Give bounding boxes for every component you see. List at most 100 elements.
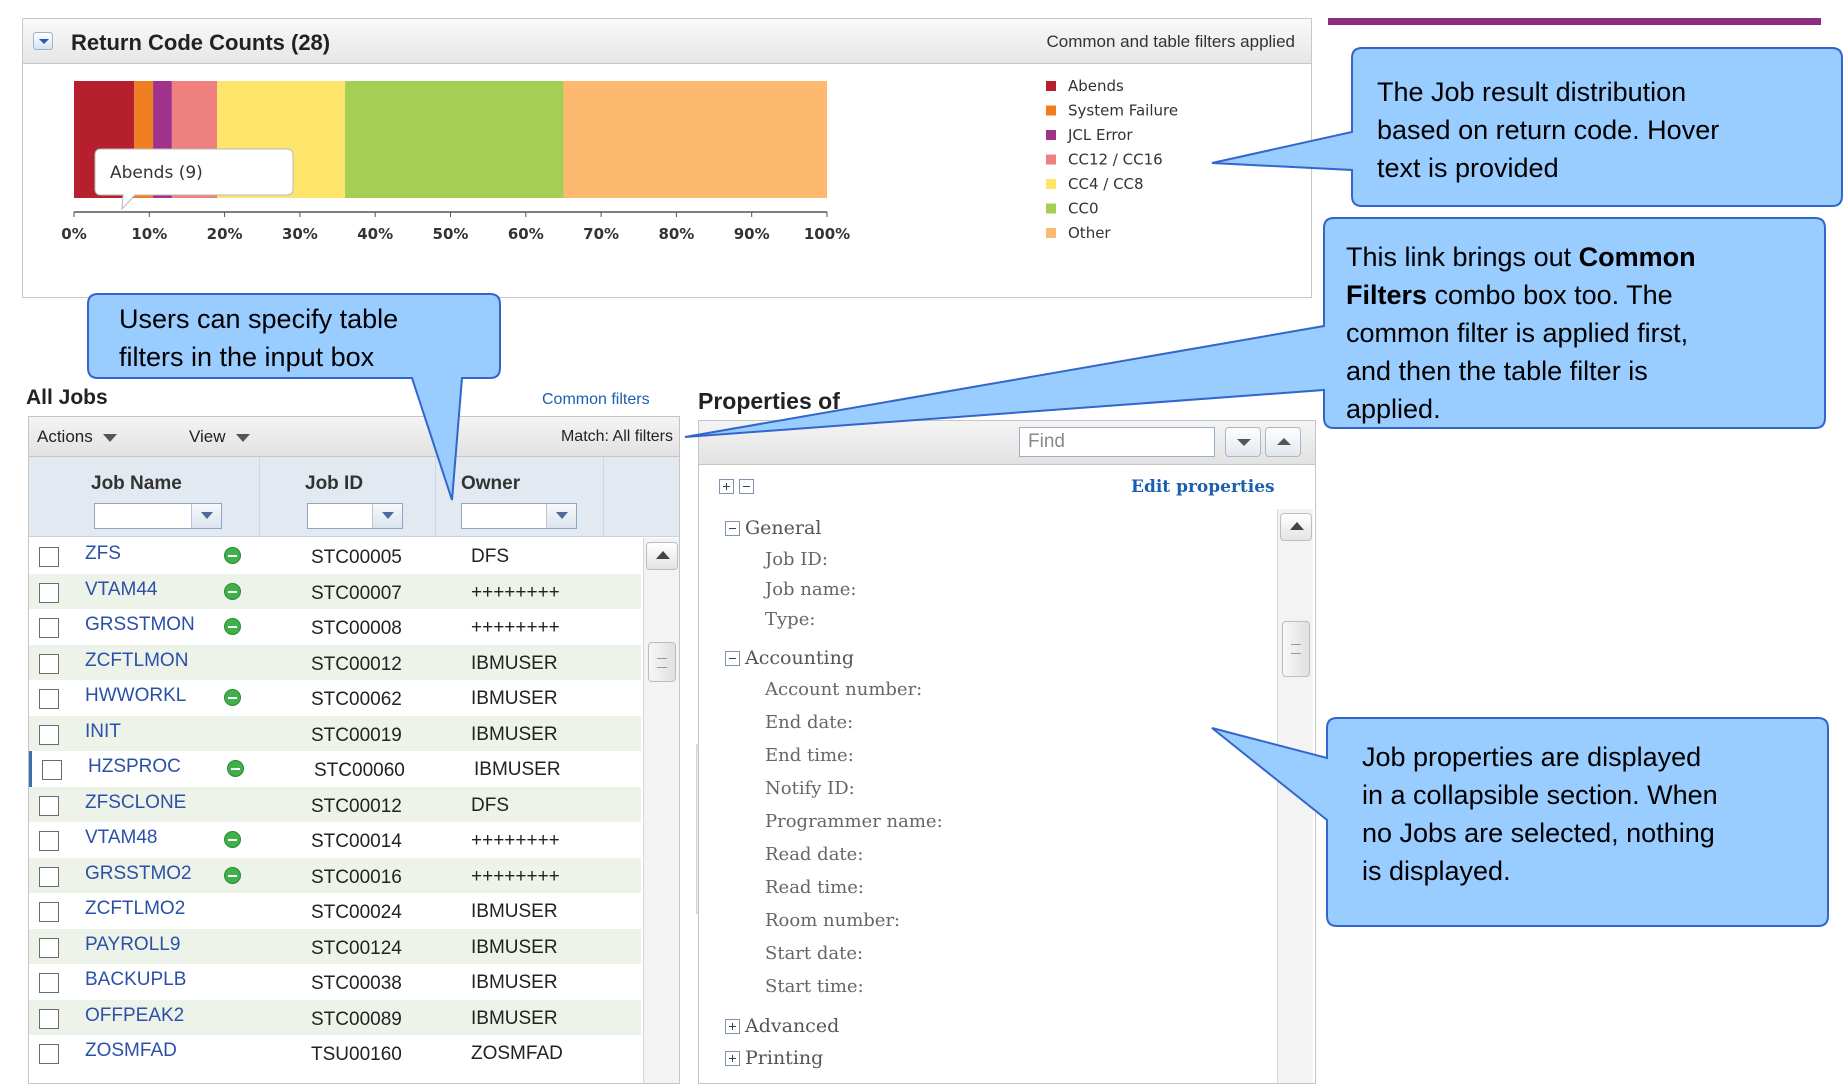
section-label-advanced: Advanced — [745, 1015, 840, 1037]
row-checkbox[interactable] — [39, 653, 59, 674]
prop-notify-id: Notify ID: — [765, 778, 855, 799]
table-row[interactable]: ZCFTLMON STC00012 IBMUSER — [29, 644, 641, 680]
find-previous-icon[interactable] — [1265, 427, 1301, 457]
row-checkbox[interactable] — [39, 937, 59, 958]
expand-section-icon[interactable] — [725, 1051, 740, 1066]
collapse-all-icon[interactable] — [739, 479, 754, 494]
job-name-link[interactable]: INIT — [85, 721, 121, 743]
actions-menu-label: Actions — [37, 427, 93, 446]
job-name-link[interactable]: ZCFTLMO2 — [85, 898, 185, 920]
table-row[interactable]: GRSSTMO2 STC00016 ++++++++ — [29, 857, 641, 893]
prop-type: Type: — [765, 609, 816, 630]
job-name-link[interactable]: PAYROLL9 — [85, 934, 180, 956]
job-name-filter-input[interactable] — [94, 503, 222, 529]
row-checkbox[interactable] — [39, 582, 59, 603]
jobs-scrollbar[interactable] — [643, 538, 679, 1083]
active-status-icon — [224, 582, 241, 600]
return-code-title: Return Code Counts (28) — [71, 30, 331, 55]
prop-end-date: End date: — [765, 712, 854, 733]
job-id-cell: STC00060 — [314, 760, 405, 781]
table-row[interactable]: BACKUPLB STC00038 IBMUSER — [29, 964, 641, 1000]
owner-filter-input[interactable] — [461, 503, 577, 529]
job-id-cell: STC00007 — [311, 582, 402, 604]
find-input[interactable] — [1019, 427, 1215, 457]
x-tick-label: 30% — [282, 225, 318, 243]
properties-scrollbar[interactable] — [1277, 509, 1313, 1083]
job-id-filter-input[interactable] — [307, 503, 403, 529]
job-name-link[interactable]: HWWORKL — [85, 685, 186, 707]
expand-all-icon[interactable] — [719, 479, 734, 494]
row-checkbox[interactable] — [39, 795, 59, 816]
dropdown-icon[interactable] — [372, 504, 402, 528]
table-row[interactable]: ZOSMFAD TSU00160 ZOSMFAD — [29, 1035, 641, 1071]
expand-section-icon[interactable] — [725, 1019, 740, 1034]
collapse-section-icon[interactable] — [725, 521, 740, 536]
bar-segment-other[interactable] — [563, 81, 827, 198]
table-row[interactable]: ZFS STC00005 DFS — [29, 538, 641, 574]
table-row[interactable]: VTAM44 STC00007 ++++++++ — [29, 573, 641, 609]
callout-job-properties-text: Job properties are displayed in a collap… — [1362, 738, 1718, 890]
scroll-thumb[interactable] — [648, 642, 676, 682]
table-row[interactable]: HZSPROC STC00060 IBMUSER — [29, 751, 641, 787]
legend-swatch — [1046, 154, 1056, 165]
dropdown-icon[interactable] — [546, 504, 576, 528]
callout-common-filters-text: This link brings out Common Filters comb… — [1346, 238, 1696, 428]
job-name-link[interactable]: HZSPROC — [88, 756, 181, 778]
edit-properties-link[interactable]: Edit properties — [1131, 477, 1275, 497]
table-row[interactable]: ZCFTLMO2 STC00024 IBMUSER — [29, 893, 641, 929]
common-filters-link[interactable]: Common filters — [542, 391, 650, 409]
active-status-icon — [224, 831, 241, 848]
collapse-section-icon[interactable] — [725, 651, 740, 666]
chevron-down-icon — [102, 433, 117, 442]
table-row[interactable]: ZFSCLONE STC00012 DFS — [29, 786, 641, 822]
legend-swatch — [1046, 228, 1056, 238]
x-tick-label: 70% — [583, 225, 619, 243]
properties-toolbar — [699, 421, 1315, 465]
accent-line — [1328, 18, 1821, 25]
job-name-link[interactable]: ZFSCLONE — [85, 792, 186, 814]
active-status-icon — [224, 618, 241, 635]
bar-segment-cc0[interactable] — [345, 81, 564, 198]
row-checkbox[interactable] — [39, 689, 59, 709]
actions-menu[interactable]: Actions — [37, 427, 117, 447]
row-checkbox[interactable] — [39, 831, 59, 851]
return-code-chart[interactable]: 0% 10% 20% 30% 40% 50% 60% 70% 80% 90% 100% Abends S… — [23, 65, 1311, 297]
row-checkbox[interactable] — [39, 866, 59, 887]
scroll-thumb[interactable] — [1282, 621, 1310, 677]
row-checkbox[interactable] — [39, 973, 59, 993]
job-name-link[interactable]: GRSSTMON — [85, 614, 195, 636]
table-row[interactable]: VTAM48 STC00014 ++++++++ — [29, 822, 641, 858]
scroll-up-icon[interactable] — [1280, 513, 1312, 541]
job-name-link[interactable]: BACKUPLB — [85, 969, 186, 991]
job-name-link[interactable]: OFFPEAK2 — [85, 1005, 184, 1027]
job-name-link[interactable]: ZFS — [85, 543, 121, 565]
column-header-job-name[interactable]: Job Name — [91, 473, 182, 495]
column-divider — [435, 457, 436, 537]
find-next-icon[interactable] — [1225, 427, 1261, 457]
job-name-link[interactable]: GRSSTMO2 — [85, 863, 192, 885]
owner-cell: IBMUSER — [471, 652, 558, 674]
table-row[interactable]: OFFPEAK2 STC00089 IBMUSER — [29, 999, 641, 1035]
table-row[interactable]: PAYROLL9 STC00124 IBMUSER — [29, 928, 641, 964]
job-name-link[interactable]: VTAM48 — [85, 827, 158, 849]
column-header-owner[interactable]: Owner — [461, 473, 520, 495]
row-checkbox[interactable] — [39, 724, 59, 745]
column-header-job-id[interactable]: Job ID — [305, 473, 363, 495]
row-checkbox[interactable] — [39, 547, 59, 567]
job-name-link[interactable]: ZOSMFAD — [85, 1040, 177, 1062]
row-checkbox[interactable] — [39, 1044, 59, 1064]
job-name-link[interactable]: VTAM44 — [85, 579, 158, 601]
table-row[interactable]: GRSSTMON STC00008 ++++++++ — [29, 609, 641, 645]
job-name-link[interactable]: ZCFTLMON — [85, 650, 188, 672]
view-menu[interactable]: View — [189, 427, 250, 447]
scroll-up-icon[interactable] — [646, 542, 678, 570]
row-checkbox[interactable] — [39, 1008, 59, 1029]
dropdown-icon[interactable] — [191, 504, 221, 528]
collapse-toggle-icon[interactable] — [33, 32, 53, 50]
row-checkbox[interactable] — [42, 760, 62, 780]
table-row[interactable]: INIT STC00019 IBMUSER — [29, 715, 641, 751]
row-checkbox[interactable] — [39, 618, 59, 638]
job-id-cell: STC00012 — [311, 653, 402, 675]
table-row[interactable]: HWWORKL STC00062 IBMUSER — [29, 680, 641, 716]
row-checkbox[interactable] — [39, 902, 59, 922]
